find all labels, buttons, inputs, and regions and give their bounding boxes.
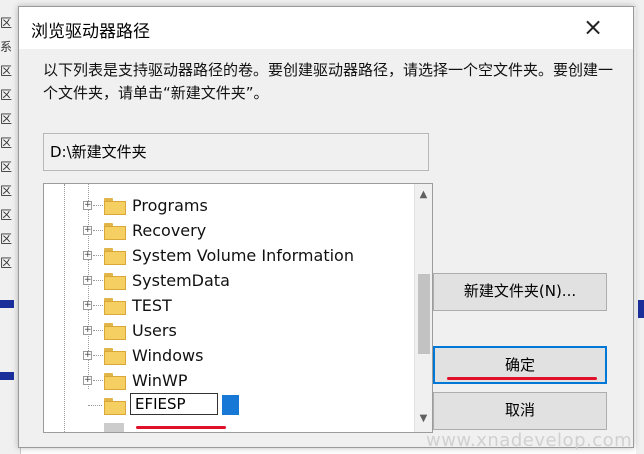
scroll-up-icon[interactable]: ▲ — [415, 186, 432, 203]
tree-item-label: Recovery — [132, 221, 207, 240]
tree-item-users[interactable]: + Users — [44, 318, 404, 343]
annotation-underline — [136, 426, 226, 429]
tree-item-label: SystemData — [132, 271, 230, 290]
tree-item-systemdata[interactable]: + SystemData — [44, 268, 404, 293]
tree-item-new-folder-editing[interactable]: EFIESP — [44, 393, 404, 418]
tree-item-winwp[interactable]: + WinWP — [44, 368, 404, 393]
scroll-thumb[interactable] — [418, 274, 430, 354]
expand-icon[interactable]: + — [83, 251, 92, 260]
folder-icon — [104, 273, 126, 290]
tree-connector — [93, 330, 103, 331]
tree-item-label: Users — [132, 321, 177, 340]
tree-item-label: System Volume Information — [132, 246, 354, 265]
background-window-right — [636, 0, 644, 454]
cancel-button[interactable]: 取消 — [433, 392, 607, 430]
browse-drive-path-dialog: 浏览驱动器路径 × 以下列表是支持驱动器路径的卷。要创建驱动器路径，请选择一个空… — [18, 6, 634, 448]
selected-path-field: D:\新建文件夹 — [43, 133, 429, 171]
tree-vertical-scrollbar[interactable]: ▲ ▼ — [414, 184, 432, 432]
tree-connector — [88, 405, 102, 406]
background-label: 区 — [0, 208, 13, 220]
tree-connector — [93, 205, 103, 206]
watermark-text: www.xnadevelop.com — [426, 430, 633, 451]
dialog-title: 浏览驱动器路径 — [31, 22, 150, 42]
tree-connector — [93, 255, 103, 256]
expand-icon[interactable]: + — [83, 326, 92, 335]
annotation-underline — [447, 377, 597, 380]
tree-item-test[interactable]: + TEST — [44, 293, 404, 318]
folder-icon — [104, 248, 126, 265]
tree-item-system-volume-information[interactable]: + System Volume Information — [44, 243, 404, 268]
tree-connector — [93, 355, 103, 356]
tree-connector — [93, 380, 103, 381]
folder-icon — [104, 348, 126, 365]
folder-icon — [104, 198, 126, 215]
tree-connector — [93, 305, 103, 306]
background-label: 区 — [0, 256, 13, 268]
folder-icon — [104, 223, 126, 240]
folder-name-edit-input[interactable]: EFIESP — [130, 393, 218, 415]
tree-item-recovery[interactable]: + Recovery — [44, 218, 404, 243]
background-label: 区 — [0, 160, 13, 172]
close-button[interactable]: × — [575, 13, 611, 43]
new-folder-button[interactable]: 新建文件夹(N)... — [433, 273, 607, 311]
tree-connector — [93, 280, 103, 281]
background-label: 区 — [0, 136, 13, 148]
tree-connector — [93, 230, 103, 231]
background-selection-bar — [0, 372, 14, 380]
expand-icon[interactable]: + — [83, 376, 92, 385]
tree-item-label: WinWP — [132, 371, 188, 390]
tree-item-programs[interactable]: + Programs — [44, 193, 404, 218]
expand-icon[interactable]: + — [83, 201, 92, 210]
tree-item-label: Programs — [132, 196, 208, 215]
tree-item-label: Windows — [132, 346, 204, 365]
background-label: 区 — [0, 16, 13, 28]
tree-item-windows[interactable]: + Windows — [44, 343, 404, 368]
folder-tree[interactable]: + Programs + Recovery + System Volume In… — [43, 183, 433, 433]
background-label: 区 — [0, 232, 13, 244]
title-bar[interactable]: 浏览驱动器路径 × — [19, 7, 633, 49]
background-label: 区 — [0, 112, 13, 124]
folder-icon — [104, 298, 126, 315]
tree-item-label: TEST — [132, 296, 172, 315]
instruction-text: 以下列表是支持驱动器路径的卷。要创建驱动器路径，请选择一个空文件夹。要创建一个文… — [43, 61, 614, 102]
background-label: 区 — [0, 184, 13, 196]
expand-icon[interactable]: + — [83, 301, 92, 310]
folder-icon — [104, 373, 126, 390]
background-selection-bar — [0, 300, 14, 308]
expand-icon[interactable]: + — [83, 226, 92, 235]
background-label: 区 — [0, 64, 13, 76]
background-label: 系统 — [0, 40, 13, 52]
background-selection-bar — [638, 300, 644, 318]
partial-tree-item — [104, 423, 124, 432]
expand-icon[interactable]: + — [83, 351, 92, 360]
folder-icon — [104, 398, 126, 415]
folder-icon — [104, 323, 126, 340]
expand-icon[interactable]: + — [83, 276, 92, 285]
text-cursor — [222, 395, 239, 415]
background-label: 区 — [0, 88, 13, 100]
scroll-down-icon[interactable]: ▼ — [415, 410, 432, 427]
